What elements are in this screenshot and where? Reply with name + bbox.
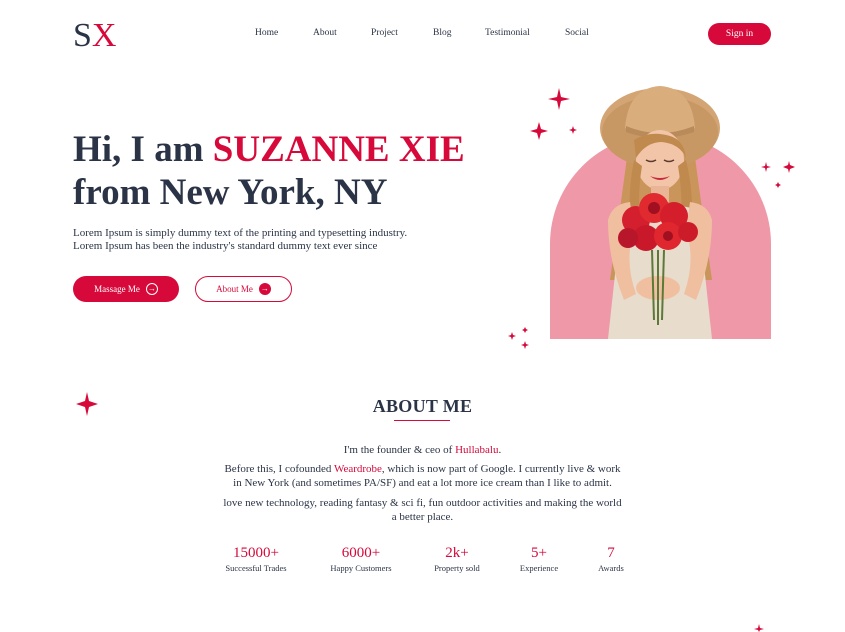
- about-p1-text: I'm the founder & ceo of: [343, 444, 456, 456]
- stat-label: Successful Trades: [225, 563, 287, 573]
- nav-item-project[interactable]: Project: [371, 28, 398, 38]
- stat-label: Property sold: [434, 563, 480, 573]
- about-me-button[interactable]: About Me →: [195, 276, 292, 302]
- about-p3-line2: a better place.: [391, 511, 454, 523]
- sparkle-icon: [530, 122, 548, 140]
- hero-desc-line1: Lorem Ipsum is simply dummy text of the …: [73, 227, 408, 239]
- stat-happy-customers: 6000+ Happy Customers: [321, 544, 401, 574]
- about-title: ABOUT ME: [372, 396, 473, 416]
- about-title-underline: [394, 420, 450, 421]
- stat-value: 2k+: [445, 545, 469, 561]
- sign-in-button[interactable]: Sign in: [708, 23, 771, 45]
- stat-label: Happy Customers: [330, 563, 392, 573]
- nav-item-about[interactable]: About: [313, 28, 337, 38]
- arrow-right-circle-icon: →: [145, 283, 158, 295]
- about-paragraph-interests: love new technology, reading fantasy & s…: [200, 496, 645, 524]
- nav-item-blog[interactable]: Blog: [433, 28, 451, 38]
- nav-item-home[interactable]: Home: [255, 28, 278, 38]
- stat-value: 15000+: [233, 545, 279, 561]
- about-p2-text: Before this, I cofounded: [224, 463, 334, 475]
- stat-property-sold: 2k+ Property sold: [422, 544, 492, 574]
- hero-description: Lorem Ipsum is simply dummy text of the …: [73, 227, 473, 253]
- sparkle-icon: [754, 624, 764, 632]
- portrait-image: [600, 86, 720, 339]
- sparkle-icon: [521, 341, 529, 349]
- stat-successful-trades: 15000+ Successful Trades: [216, 544, 296, 574]
- sparkle-icon: [508, 332, 516, 340]
- stat-experience: 5+ Experience: [511, 544, 567, 574]
- sparkle-icon: [783, 161, 795, 173]
- nav-item-testimonial[interactable]: Testimonial: [485, 28, 530, 38]
- hullabalu-link[interactable]: Hullabalu: [455, 444, 498, 456]
- massage-me-button[interactable]: Massage Me →: [73, 276, 179, 302]
- about-p3-line1: love new technology, reading fantasy & s…: [223, 497, 622, 509]
- sparkle-icon: [522, 327, 528, 333]
- stat-label: Awards: [598, 563, 624, 573]
- about-paragraph-history: Before this, I cofounded Weardrobe, whic…: [200, 462, 645, 490]
- about-paragraph-founder: I'm the founder & ceo of Hullabalu.: [200, 443, 645, 457]
- weardrobe-link[interactable]: Weardrobe: [334, 463, 382, 475]
- hero-title-line2: from New York, NY: [73, 172, 388, 213]
- stat-value: 5+: [531, 545, 547, 561]
- nav-item-social[interactable]: Social: [565, 28, 589, 38]
- stat-value: 7: [607, 545, 615, 561]
- stat-label: Experience: [519, 563, 559, 573]
- about-me-label: About Me: [216, 284, 253, 294]
- sparkle-icon: [775, 182, 781, 188]
- hero-desc-line2: Lorem Ipsum has been the industry's stan…: [73, 240, 378, 252]
- stat-awards: 7 Awards: [590, 544, 632, 574]
- about-p2-line1-end: , which is now part of Google. I current…: [381, 463, 621, 475]
- hero-title-name: SUZANNE XIE: [212, 129, 465, 170]
- hero-title-prefix: Hi, I am: [73, 129, 213, 170]
- about-p2-line2: in New York (and sometimes PA/SF) and ea…: [233, 477, 612, 489]
- massage-me-label: Massage Me: [94, 284, 140, 294]
- hero-title: Hi, I am SUZANNE XIE from New York, NY: [73, 128, 465, 214]
- stat-value: 6000+: [341, 545, 381, 561]
- about-p1-end: .: [498, 444, 502, 456]
- arrow-right-circle-filled-icon: →: [258, 283, 271, 295]
